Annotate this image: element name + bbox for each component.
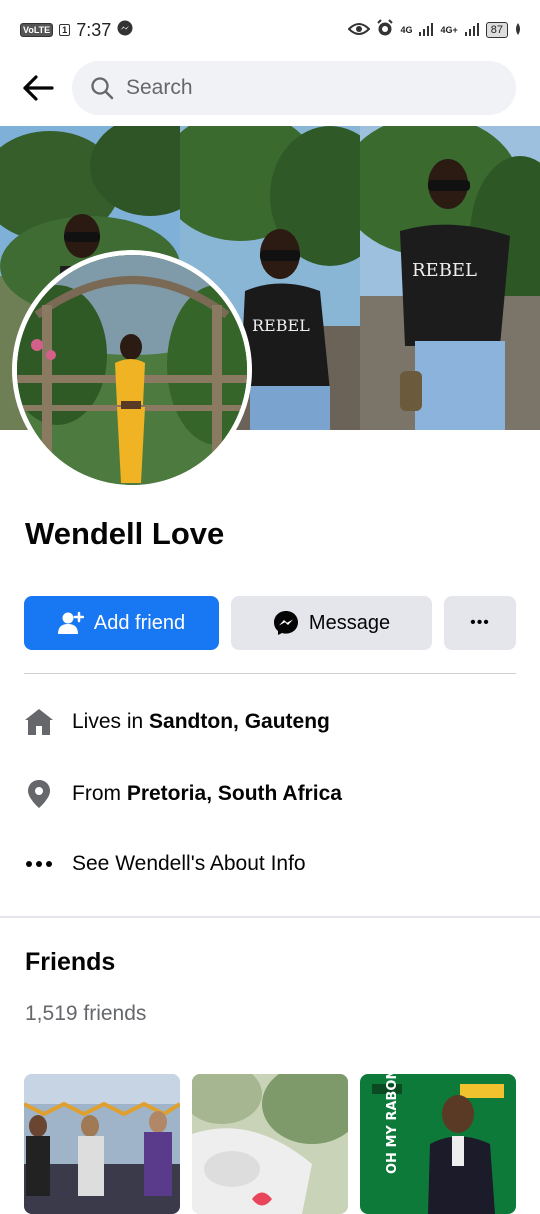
alarm-icon bbox=[376, 18, 394, 42]
friends-grid: OH MY RABONI bbox=[24, 1074, 516, 1214]
battery-indicator: 87 bbox=[485, 22, 508, 38]
message-label: Message bbox=[308, 611, 391, 634]
network-label-1: 4G bbox=[400, 25, 413, 35]
friend-thumbnail[interactable]: OH MY RABONI bbox=[360, 1074, 516, 1214]
home-icon bbox=[24, 708, 54, 736]
eye-icon bbox=[348, 20, 371, 41]
info-from[interactable]: From Pretoria, South Africa bbox=[24, 774, 516, 814]
messenger-notification-icon bbox=[117, 20, 133, 41]
add-friend-button[interactable]: Add friend bbox=[24, 596, 219, 650]
search-icon bbox=[91, 77, 114, 100]
about-info-link: See Wendell's About Info bbox=[72, 852, 306, 875]
sim-indicator: 1 bbox=[59, 24, 71, 36]
status-time: 7:37 bbox=[76, 19, 112, 40]
volte-indicator: VoLTE bbox=[20, 23, 54, 37]
lives-in-text: Lives in Sandton, Gauteng bbox=[72, 710, 330, 734]
svg-text:REBEL: REBEL bbox=[412, 260, 477, 281]
from-prefix: From bbox=[72, 782, 127, 805]
friend-thumbnail[interactable] bbox=[192, 1074, 348, 1214]
more-dots-icon: ••• bbox=[470, 614, 490, 631]
status-bar: VoLTE 1 7:37 4G 4G+ 87 bbox=[0, 0, 540, 60]
message-button[interactable]: Message bbox=[231, 596, 432, 650]
leaf-icon bbox=[514, 20, 522, 41]
from-place: Pretoria, South Africa bbox=[126, 782, 342, 805]
info-about[interactable]: See Wendell's About Info bbox=[24, 844, 516, 884]
svg-text:OH MY RABONI: OH MY RABONI bbox=[385, 1074, 400, 1174]
search-placeholder: Search bbox=[126, 76, 193, 99]
profile-picture[interactable] bbox=[12, 250, 252, 490]
profile-name: Wendell Love bbox=[25, 516, 225, 551]
add-friend-label: Add friend bbox=[93, 611, 186, 634]
friend-thumbnail[interactable] bbox=[24, 1074, 180, 1214]
section-divider bbox=[0, 916, 540, 918]
messenger-icon bbox=[273, 611, 298, 635]
search-input[interactable]: Search bbox=[72, 61, 516, 115]
back-button[interactable] bbox=[18, 68, 58, 108]
profile-actions: Add friend Message ••• bbox=[24, 596, 516, 650]
add-person-icon bbox=[57, 611, 84, 634]
signal-icon-2 bbox=[464, 20, 480, 41]
divider bbox=[24, 673, 516, 674]
location-pin-icon bbox=[24, 779, 54, 809]
signal-icon-1 bbox=[418, 20, 434, 41]
friends-heading[interactable]: Friends bbox=[25, 948, 115, 977]
info-lives-in[interactable]: Lives in Sandton, Gauteng bbox=[24, 702, 516, 742]
from-text: From Pretoria, South Africa bbox=[72, 782, 342, 806]
top-bar: Search bbox=[0, 60, 540, 116]
back-arrow-icon bbox=[23, 75, 54, 101]
lives-in-place: Sandton, Gauteng bbox=[149, 710, 330, 733]
cover-photo-panel-3: REBEL bbox=[360, 126, 540, 430]
friends-count: 1,519 friends bbox=[25, 1002, 147, 1025]
svg-text:REBEL: REBEL bbox=[252, 316, 310, 335]
network-label-2: 4G+ bbox=[440, 25, 458, 35]
more-dots-icon bbox=[24, 860, 54, 868]
more-options-button[interactable]: ••• bbox=[444, 596, 516, 650]
lives-in-prefix: Lives in bbox=[72, 710, 150, 733]
